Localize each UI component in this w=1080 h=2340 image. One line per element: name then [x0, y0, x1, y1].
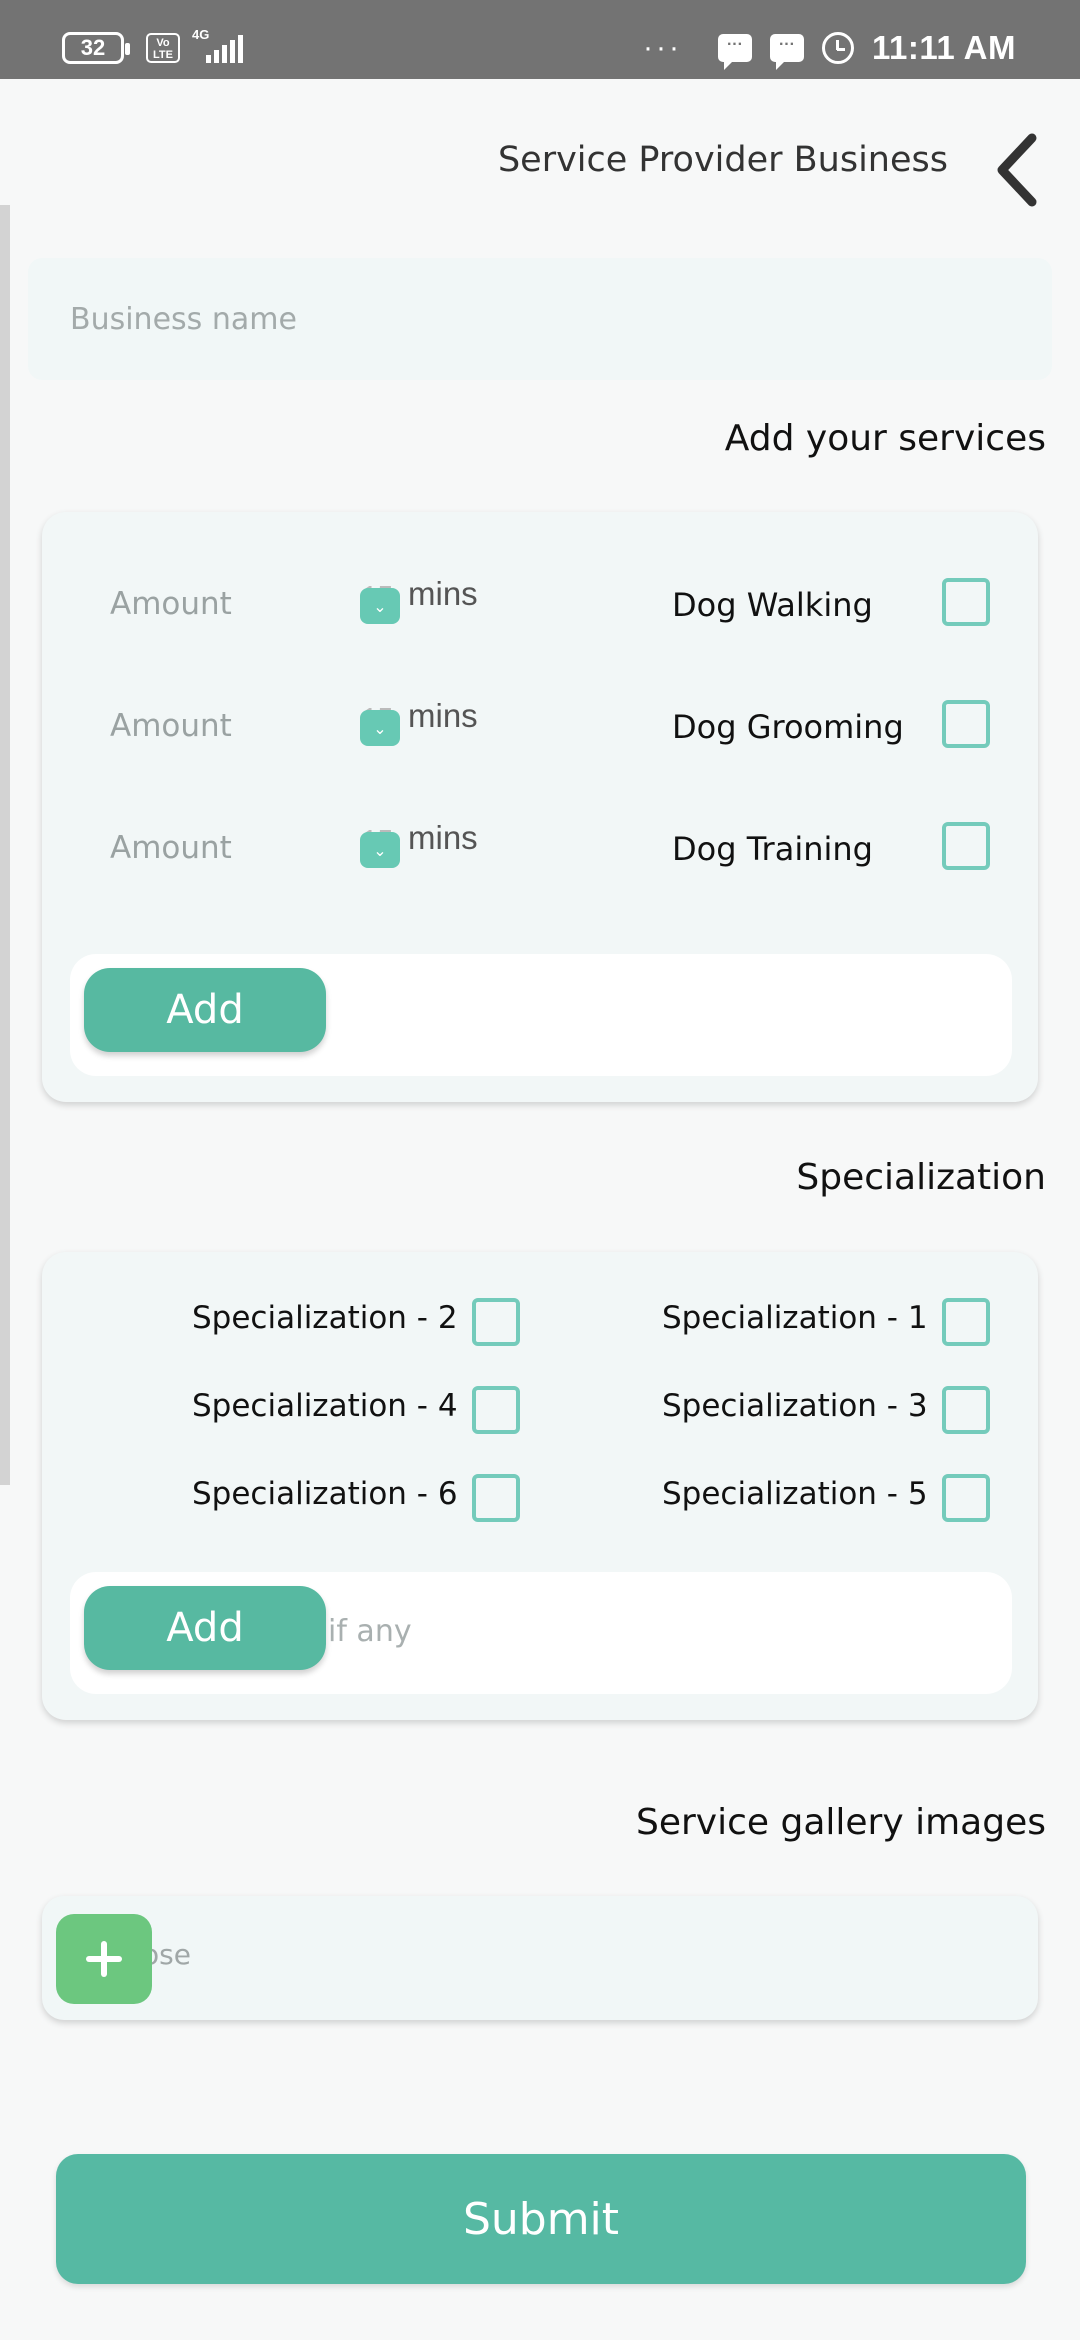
duration-unit: mins — [408, 819, 478, 856]
specialization-label: Specialization - 6 — [192, 1476, 458, 1512]
specialization-label: Specialization - 1 — [662, 1300, 928, 1336]
duration-picker[interactable]: 15 ⌄ mins — [360, 697, 478, 746]
gallery-heading: Service gallery images — [636, 1802, 1046, 1843]
specialization-label: Specialization - 2 — [192, 1300, 458, 1336]
service-checkbox[interactable] — [942, 822, 990, 870]
add-service-button[interactable]: Add — [84, 968, 326, 1052]
scroll-indicator — [0, 205, 10, 1485]
chevron-left-icon — [997, 133, 1037, 207]
service-checkbox[interactable] — [942, 700, 990, 748]
services-heading: Add your services — [724, 418, 1046, 459]
back-button[interactable] — [990, 130, 1050, 210]
duration-unit: mins — [408, 575, 478, 612]
add-service-row: Add — [70, 954, 1012, 1076]
chevron-down-icon[interactable]: ⌄ — [360, 588, 400, 624]
chevron-down-icon[interactable]: ⌄ — [360, 832, 400, 868]
service-row: Amount 15 ⌄ mins Dog Walking — [42, 564, 1038, 644]
status-bar: 32 Vo LTE 4G ··· ··· ··· 11:11 AM — [0, 0, 1080, 79]
specialization-checkbox[interactable] — [942, 1298, 990, 1346]
amount-input[interactable]: Amount — [110, 708, 232, 744]
volte-icon: Vo LTE — [146, 33, 180, 63]
message-icon: ··· — [717, 34, 752, 70]
specialization-checkbox[interactable] — [472, 1386, 520, 1434]
specialization-item[interactable]: Specialization - 4 — [192, 1388, 458, 1424]
message-icon-2: ··· — [769, 34, 804, 70]
plus-icon — [86, 1941, 122, 1977]
specialization-checkbox[interactable] — [472, 1298, 520, 1346]
add-image-button[interactable] — [56, 1914, 152, 2004]
specialization-checkbox[interactable] — [472, 1474, 520, 1522]
clock: 11:11 AM — [871, 29, 1016, 66]
signal-icon: 4G — [192, 27, 243, 63]
network-type: 4G — [192, 27, 210, 42]
duration-unit: mins — [408, 697, 478, 734]
more-notifications-icon: ··· — [642, 31, 682, 64]
submit-button[interactable]: Submit — [56, 2154, 1026, 2284]
alarm-icon — [821, 32, 854, 64]
specialization-item[interactable]: Specialization - 2 — [192, 1300, 458, 1336]
specialization-heading: Specialization — [796, 1157, 1046, 1198]
business-name-placeholder: Business name — [70, 301, 297, 337]
service-name: Dog Training — [672, 830, 873, 868]
specialization-item[interactable]: Specialization - 5 — [662, 1476, 928, 1512]
amount-input[interactable]: Amount — [110, 830, 232, 866]
specialization-card: Specialization - 2 Specialization - 1 Sp… — [42, 1252, 1038, 1720]
gallery-picker[interactable]: ose — [42, 1896, 1038, 2020]
other-specialization-input[interactable]: if any Add — [70, 1572, 1012, 1694]
duration-picker[interactable]: 15 ⌄ mins — [360, 819, 478, 868]
specialization-checkbox[interactable] — [942, 1474, 990, 1522]
battery-icon: 32 — [62, 32, 130, 64]
duration-picker[interactable]: 15 ⌄ mins — [360, 575, 478, 624]
service-name: Dog Walking — [672, 586, 873, 624]
services-card: Amount 15 ⌄ mins Dog Walking Amount 15 ⌄… — [42, 512, 1038, 1102]
service-checkbox[interactable] — [942, 578, 990, 626]
status-right: ··· ··· ··· 11:11 AM — [642, 28, 1016, 70]
specialization-checkbox[interactable] — [942, 1386, 990, 1434]
other-specialization-placeholder: if any — [328, 1614, 412, 1649]
add-specialization-button[interactable]: Add — [84, 1586, 326, 1670]
status-left: 32 Vo LTE 4G — [62, 27, 243, 66]
battery-level: 32 — [80, 35, 106, 60]
specialization-item[interactable]: Specialization - 3 — [662, 1388, 928, 1424]
chevron-down-icon[interactable]: ⌄ — [360, 710, 400, 746]
service-name: Dog Grooming — [672, 708, 904, 746]
specialization-label: Specialization - 5 — [662, 1476, 928, 1512]
specialization-item[interactable]: Specialization - 1 — [662, 1300, 928, 1336]
page-title: Service Provider Business — [497, 140, 948, 180]
business-name-input[interactable]: Business name — [28, 258, 1052, 380]
specialization-label: Specialization - 4 — [192, 1388, 458, 1424]
service-row: Amount 15 ⌄ mins Dog Grooming — [42, 686, 1038, 766]
specialization-label: Specialization - 3 — [662, 1388, 928, 1424]
amount-input[interactable]: Amount — [110, 586, 232, 622]
specialization-item[interactable]: Specialization - 6 — [192, 1476, 458, 1512]
service-row: Amount 15 ⌄ mins Dog Training — [42, 808, 1038, 888]
